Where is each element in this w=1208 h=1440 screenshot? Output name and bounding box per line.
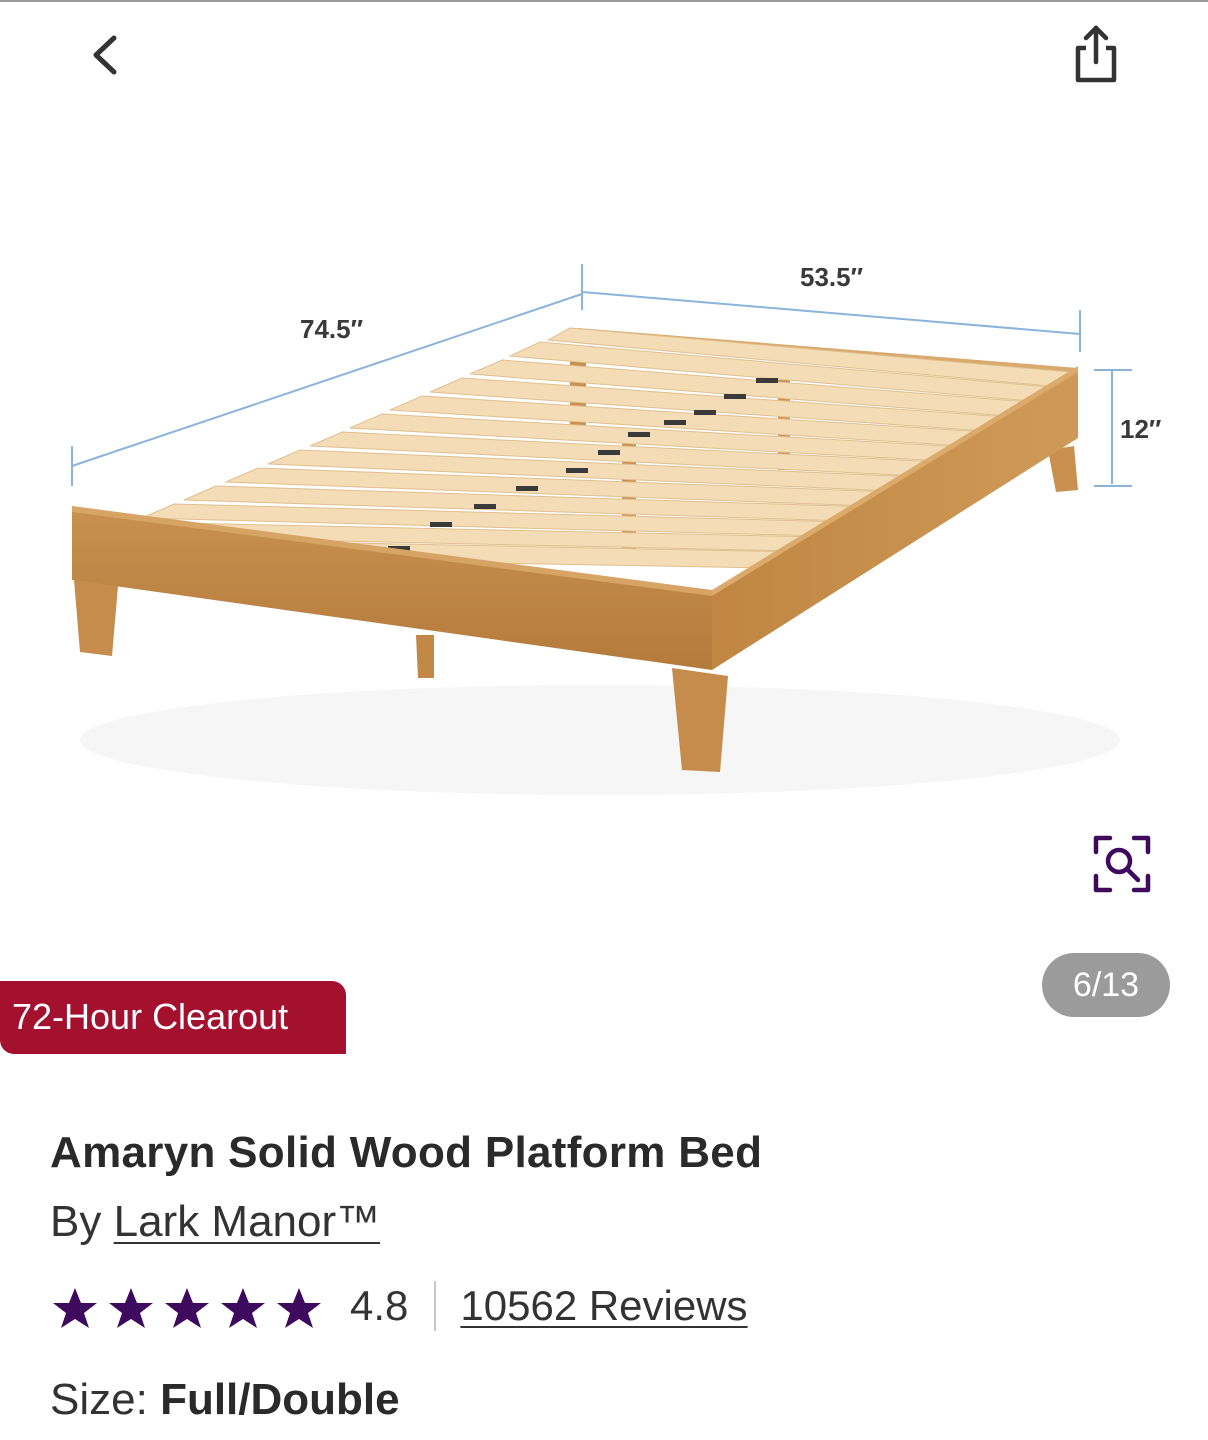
product-title: Amaryn Solid Wood Platform Bed: [50, 1128, 763, 1177]
top-divider: [0, 0, 1208, 2]
zoom-button[interactable]: [1088, 830, 1156, 898]
zoom-icon: [1093, 835, 1151, 893]
size-selector[interactable]: Size: Full/Double: [50, 1375, 400, 1425]
image-counter: 6/13: [1042, 953, 1170, 1017]
star-icon: [277, 1288, 321, 1328]
brand-link[interactable]: Lark Manor™: [114, 1197, 381, 1246]
brand-line: By Lark Manor™: [50, 1197, 380, 1247]
dimension-height: 12″: [1120, 414, 1161, 444]
rating-row: 4.8 10562 Reviews: [50, 1276, 748, 1336]
size-label: Size:: [50, 1375, 148, 1424]
promo-badge: 72-Hour Clearout: [0, 981, 346, 1054]
reviews-link[interactable]: 10562 Reviews: [460, 1282, 747, 1330]
star-icon: [53, 1288, 97, 1328]
bed-frame-illustration: 74.5″ 53.5″ 12″: [71, 262, 1161, 795]
chevron-left-icon: [93, 35, 117, 75]
share-icon: [1075, 25, 1117, 83]
size-value: Full/Double: [160, 1375, 400, 1424]
star-rating: [50, 1285, 324, 1331]
dimension-length: 74.5″: [300, 314, 363, 344]
star-icon: [221, 1288, 265, 1328]
rating-divider: [434, 1281, 437, 1331]
by-label: By: [50, 1197, 102, 1246]
dimension-width: 53.5″: [800, 262, 863, 292]
star-icon: [165, 1288, 209, 1328]
product-image[interactable]: 74.5″ 53.5″ 12″: [0, 180, 1208, 840]
rating-value: 4.8: [350, 1282, 409, 1329]
share-button[interactable]: [1060, 18, 1134, 92]
star-icon: [109, 1288, 153, 1328]
back-button[interactable]: [70, 20, 140, 90]
